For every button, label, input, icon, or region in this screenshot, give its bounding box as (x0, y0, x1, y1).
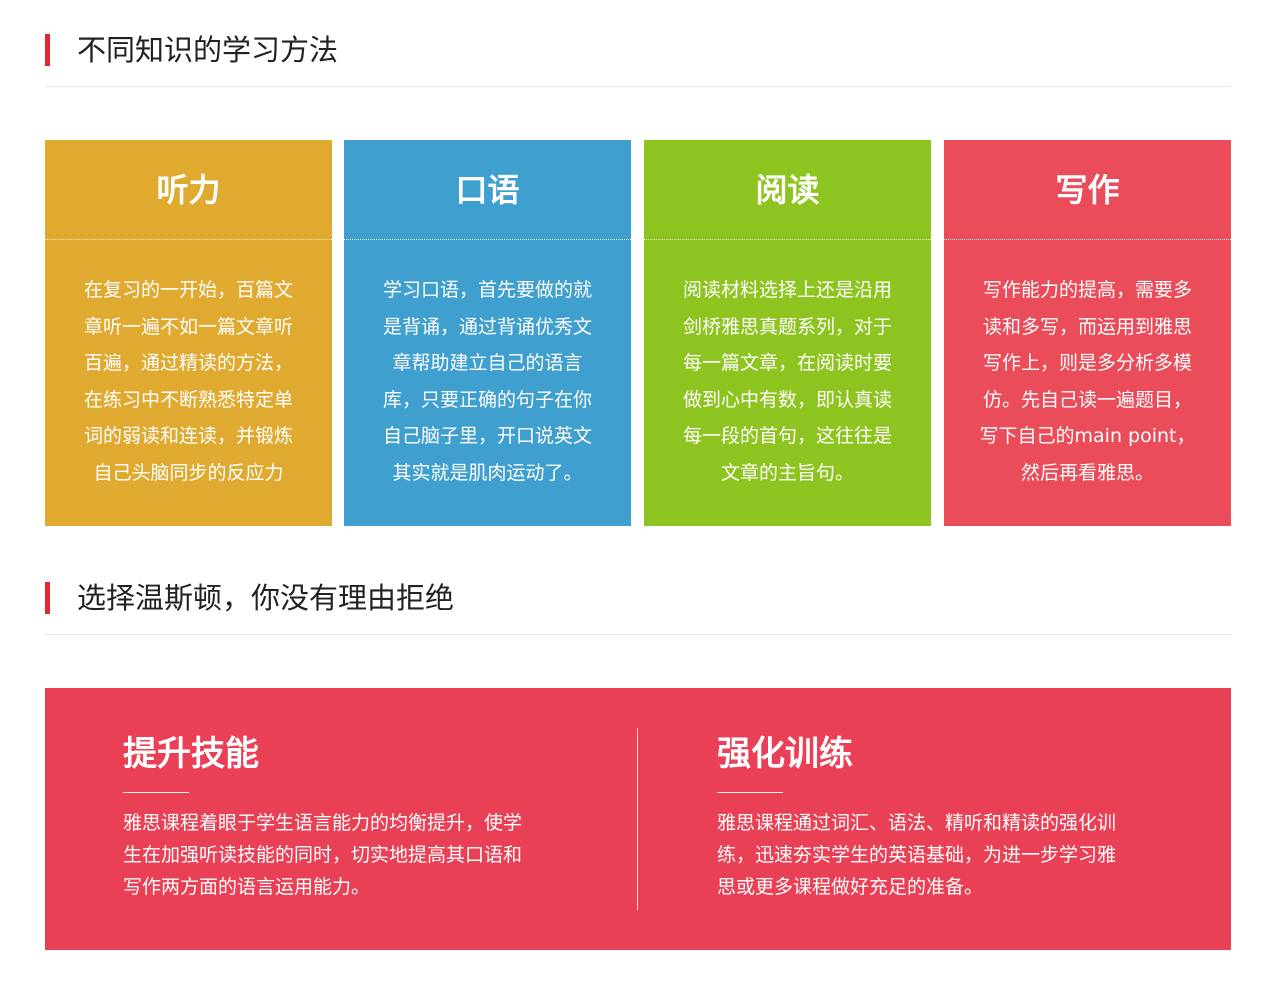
card-text-line: 其实就是肌肉运动了。 (392, 461, 583, 484)
feature-text-line: 雅思课程着眼于学生语言能力的均衡提升，使学 (123, 812, 523, 834)
section-title: 选择温斯顿，你没有理由拒绝 (77, 581, 455, 615)
feature-title: 提升技能 (123, 734, 259, 774)
card-text-line: 阅读材料选择上还是沿用 (682, 279, 892, 301)
card-text-line: 每一段的首句，这往往是 (682, 425, 892, 448)
card-text-line: 自己脑子里，开口说英文 (382, 425, 592, 448)
card-writing: 写作 写作能力的提高，需要多 读和多写，而运用到雅思 写作上，则是多分析多模 仿… (944, 140, 1231, 526)
feature-training: 强化训练 雅思课程通过词汇、语法、精听和精读的强化训 练，迅速夯实学生的英语基础… (717, 732, 1116, 903)
feature-title: 强化训练 (717, 734, 853, 774)
feature-text-line: 写作两方面的语言运用能力。 (123, 876, 371, 898)
method-cards: 听力 在复习的一开始，百篇文 章听一遍不如一篇文章听 百遍，通过精读的方法， 在… (45, 140, 1231, 526)
card-text-line: 词的弱读和连读，并锻炼 (83, 425, 293, 448)
card-speaking: 口语 学习口语，首先要做的就 是背诵，通过背诵优秀文 章帮助建立自己的语言 库，… (344, 140, 631, 526)
card-text-line: 剑桥雅思真题系列，对于 (682, 315, 892, 338)
card-title: 阅读 (644, 140, 931, 240)
card-text-line: 在复习的一开始，百篇文 (83, 279, 293, 301)
section-accent-bar (45, 582, 50, 614)
feature-skills: 提升技能 雅思课程着眼于学生语言能力的均衡提升，使学 生在加强听读技能的同时，切… (123, 732, 522, 903)
card-text-line: 读和多写，而运用到雅思 (982, 315, 1192, 338)
card-text-line: 章帮助建立自己的语言 (392, 352, 583, 375)
section-title: 不同知识的学习方法 (77, 33, 339, 67)
feature-text: 雅思课程通过词汇、语法、精听和精读的强化训 练，迅速夯实学生的英语基础，为进一步… (717, 807, 1116, 903)
feature-underline (123, 792, 189, 793)
section-header-choose: 选择温斯顿，你没有理由拒绝 (45, 572, 1231, 635)
card-text-line: 仿。先自己读一遍题目， (982, 388, 1192, 411)
feature-text-line: 生在加强听读技能的同时，切实地提高其口语和 (123, 844, 523, 866)
card-text: 写作能力的提高，需要多 读和多写，而运用到雅思 写作上，则是多分析多模 仿。先自… (944, 240, 1231, 492)
card-text-line: 文章的主旨句。 (720, 461, 854, 484)
section-header-methods: 不同知识的学习方法 (45, 22, 1231, 87)
feature-panel: 提升技能 雅思课程着眼于学生语言能力的均衡提升，使学 生在加强听读技能的同时，切… (45, 688, 1231, 950)
card-text-line: 每一篇文章，在阅读时要 (682, 352, 892, 375)
feature-text: 雅思课程着眼于学生语言能力的均衡提升，使学 生在加强听读技能的同时，切实地提高其… (123, 807, 522, 903)
card-text-line: 库，只要正确的句子在你 (382, 388, 592, 411)
card-text-line: 学习口语，首先要做的就 (382, 279, 592, 301)
feature-text-line: 练，迅速夯实学生的英语基础，为进一步学习雅 (717, 844, 1117, 866)
card-text-line: 写作上，则是多分析多模 (982, 352, 1192, 375)
card-title: 听力 (45, 140, 332, 240)
feature-underline (717, 792, 783, 793)
card-text: 在复习的一开始，百篇文 章听一遍不如一篇文章听 百遍，通过精读的方法， 在练习中… (45, 240, 332, 492)
card-text-line: 做到心中有数，即认真读 (682, 388, 892, 411)
panel-divider (637, 728, 638, 910)
card-text-line: 百遍，通过精读的方法， (83, 352, 293, 375)
card-text-line: 然后再看雅思。 (1020, 461, 1154, 484)
card-listening: 听力 在复习的一开始，百篇文 章听一遍不如一篇文章听 百遍，通过精读的方法， 在… (45, 140, 332, 526)
card-text: 学习口语，首先要做的就 是背诵，通过背诵优秀文 章帮助建立自己的语言 库，只要正… (344, 240, 631, 492)
feature-text-line: 思或更多课程做好充足的准备。 (717, 876, 984, 898)
card-text-line: 在练习中不断熟悉特定单 (83, 388, 293, 411)
card-text-line: 自己头脑同步的反应力 (93, 461, 284, 484)
card-text-line: 是背诵，通过背诵优秀文 (382, 315, 592, 338)
card-text-line: 写作能力的提高，需要多 (982, 279, 1192, 301)
card-title: 口语 (344, 140, 631, 240)
card-reading: 阅读 阅读材料选择上还是沿用 剑桥雅思真题系列，对于 每一篇文章，在阅读时要 做… (644, 140, 931, 526)
card-text-line: 写下自己的main point， (979, 425, 1196, 448)
card-text: 阅读材料选择上还是沿用 剑桥雅思真题系列，对于 每一篇文章，在阅读时要 做到心中… (644, 240, 931, 492)
card-text-line: 章听一遍不如一篇文章听 (83, 315, 293, 338)
feature-text-line: 雅思课程通过词汇、语法、精听和精读的强化训 (717, 812, 1117, 834)
section-accent-bar (45, 34, 50, 66)
card-title: 写作 (944, 140, 1231, 240)
